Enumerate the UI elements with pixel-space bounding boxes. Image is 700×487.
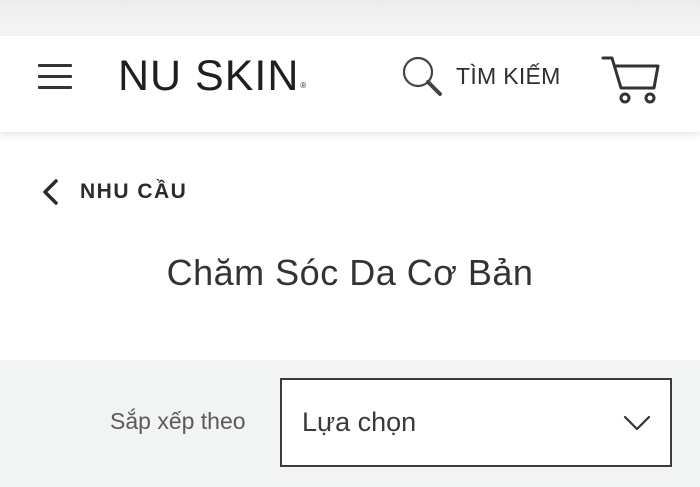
page-title: Chăm Sóc Da Cơ Bản: [166, 252, 534, 293]
sort-selected-value: Lựa chọn: [302, 407, 417, 437]
sort-bar: Sắp xếp theo Lựa chọn: [0, 360, 700, 487]
search-button[interactable]: TÌM KIẾM: [400, 54, 561, 98]
chevron-down-icon: [623, 415, 651, 431]
chevron-left-icon: [43, 179, 58, 205]
search-label: TÌM KIẾM: [456, 62, 561, 89]
back-link[interactable]: NHU CẦU: [40, 174, 187, 210]
back-link-label: NHU CẦU: [80, 180, 188, 203]
brand-logo[interactable]: NU SKIN®: [118, 52, 307, 100]
site-header: NU SKIN® TÌM KIẾM: [0, 36, 700, 132]
sort-dropdown[interactable]: Lựa chọn: [280, 378, 672, 467]
hamburger-menu-icon[interactable]: [36, 58, 76, 94]
brand-registered-mark: ®: [300, 81, 308, 90]
top-strip: [0, 0, 700, 36]
brand-name: NU SKIN: [118, 52, 300, 100]
main-content: NHU CẦU Chăm Sóc Da Cơ Bản: [0, 132, 700, 360]
sort-label: Sắp xếp theo: [110, 408, 246, 434]
search-icon: [402, 56, 442, 96]
shopping-cart-icon: [601, 56, 660, 104]
shopping-cart-button[interactable]: [600, 52, 662, 108]
